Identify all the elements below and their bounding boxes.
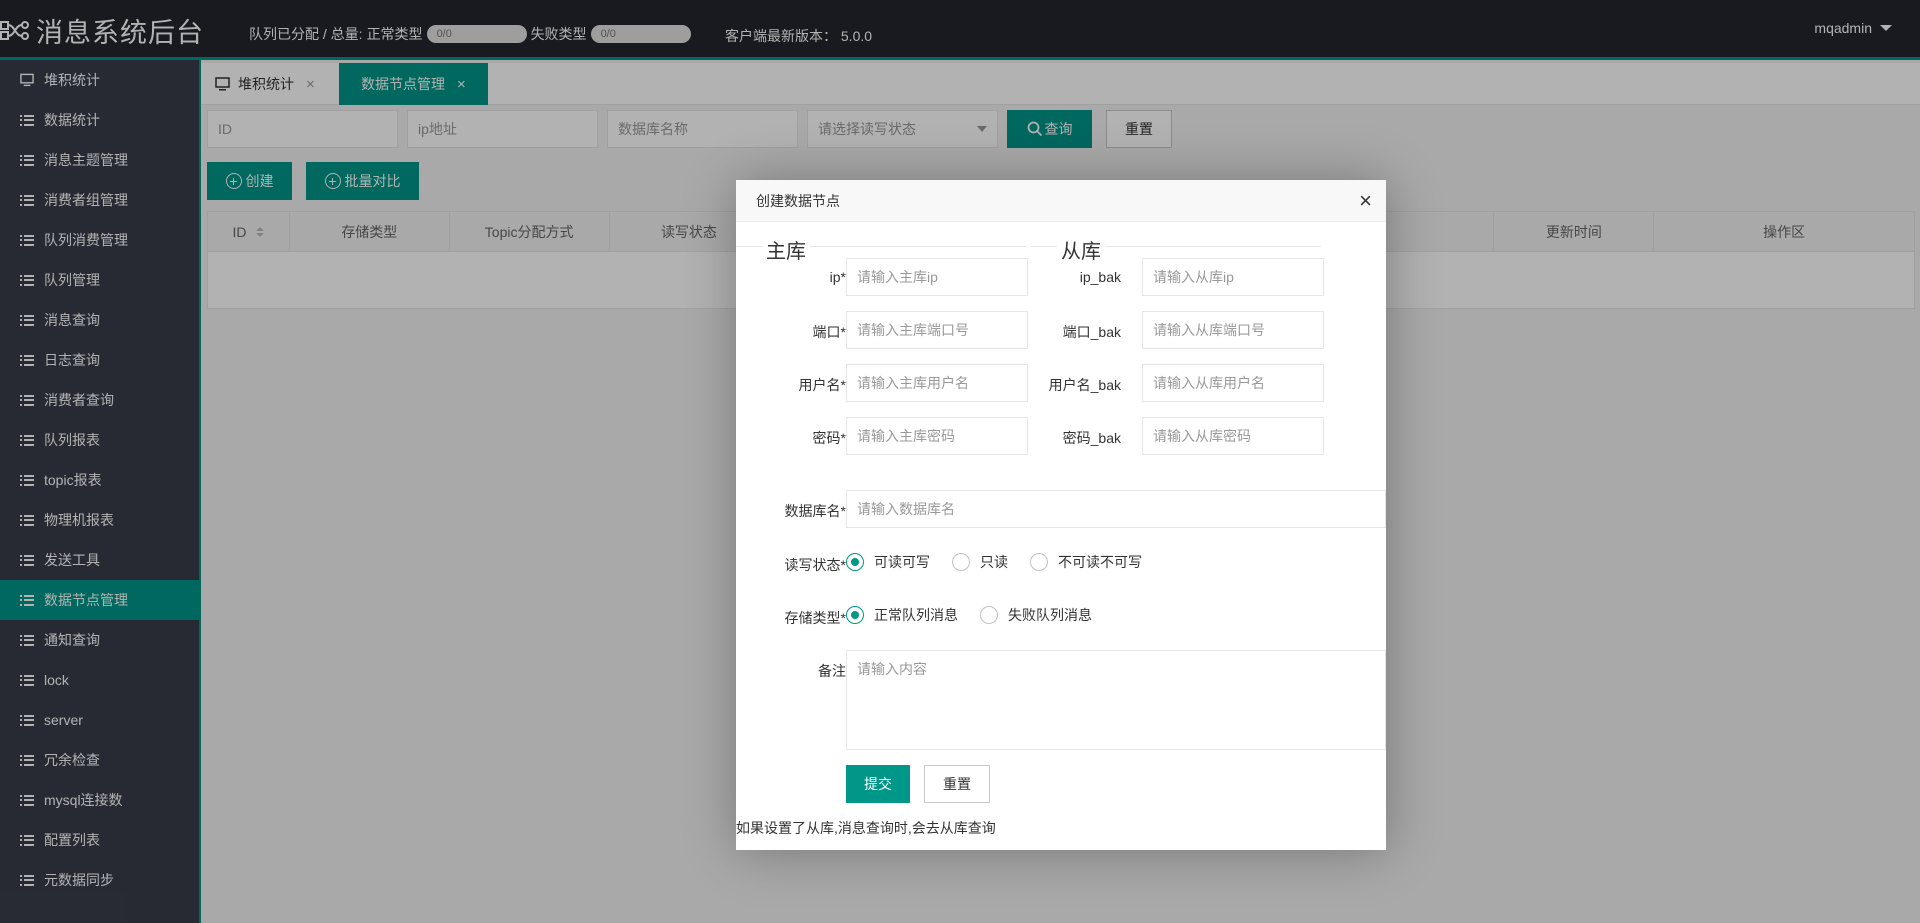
- slave-ip-label: ip_bak: [1079, 269, 1121, 285]
- master-password-input[interactable]: 请输入主库密码: [846, 417, 1028, 455]
- master-legend: 主库: [762, 235, 810, 264]
- storage-type-radio-group: 正常队列消息 失败队列消息: [846, 605, 1114, 625]
- remark-label: 备注: [818, 663, 846, 679]
- radio-checked-icon: [846, 606, 864, 624]
- master-port-input[interactable]: 请输入主库端口号: [846, 311, 1028, 349]
- slave-password-input[interactable]: 请输入从库密码: [1142, 417, 1324, 455]
- submit-button[interactable]: 提交: [846, 765, 910, 803]
- dbname-input[interactable]: 请输入数据库名: [846, 490, 1386, 528]
- storage-option-normal[interactable]: 正常队列消息: [846, 605, 958, 625]
- rw-option-read-write[interactable]: 可读可写: [846, 552, 930, 572]
- rw-status-radio-group: 可读可写 只读 不可读不可写: [846, 552, 1164, 572]
- master-ip-input[interactable]: 请输入主库ip: [846, 258, 1028, 296]
- create-data-node-dialog: 创建数据节点 × 主库 从库 ip* 请输入主库ip 端口* 请输入主库端口号 …: [736, 180, 1386, 850]
- storage-type-label: 存储类型*: [784, 610, 846, 626]
- remark-textarea[interactable]: 请输入内容: [846, 650, 1386, 750]
- slave-port-input[interactable]: 请输入从库端口号: [1142, 311, 1324, 349]
- master-ip-label: ip*: [829, 269, 846, 285]
- slave-ip-input[interactable]: 请输入从库ip: [1142, 258, 1324, 296]
- rw-option-read-only[interactable]: 只读: [952, 552, 1008, 572]
- storage-option-failed[interactable]: 失败队列消息: [980, 605, 1092, 625]
- slave-password-label: 密码_bak: [1062, 430, 1121, 446]
- radio-unchecked-icon: [952, 553, 970, 571]
- slave-legend: 从库: [1057, 235, 1105, 264]
- master-password-label: 密码*: [812, 430, 846, 446]
- radio-unchecked-icon: [1030, 553, 1048, 571]
- dialog-title: 创建数据节点: [756, 193, 840, 209]
- radio-unchecked-icon: [980, 606, 998, 624]
- master-user-label: 用户名*: [798, 377, 846, 393]
- rw-option-no-access[interactable]: 不可读不可写: [1030, 552, 1142, 572]
- rw-status-label: 读写状态*: [784, 557, 846, 573]
- dialog-title-bar: 创建数据节点 ×: [736, 180, 1386, 222]
- close-icon[interactable]: ×: [1359, 180, 1372, 222]
- dialog-reset-button[interactable]: 重置: [924, 765, 990, 803]
- dbname-label: 数据库名*: [784, 503, 846, 519]
- slave-user-label: 用户名_bak: [1048, 377, 1121, 393]
- radio-checked-icon: [846, 553, 864, 571]
- slave-port-label: 端口_bak: [1062, 324, 1121, 340]
- slave-user-input[interactable]: 请输入从库用户名: [1142, 364, 1324, 402]
- master-port-label: 端口*: [812, 324, 846, 340]
- master-user-input[interactable]: 请输入主库用户名: [846, 364, 1028, 402]
- slave-query-note: 如果设置了从库,消息查询时,会去从库查询: [736, 820, 996, 836]
